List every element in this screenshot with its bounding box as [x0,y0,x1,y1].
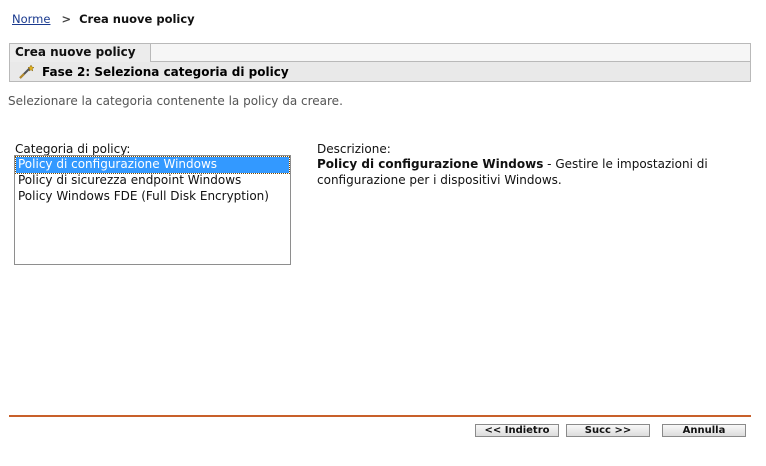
next-button[interactable]: Succ >> [566,424,650,437]
wizard-page: Norme > Crea nuove policy Crea nuove pol… [0,0,766,466]
instructions-text: Selezionare la categoria contenente la p… [8,94,343,108]
description-text: Policy di configurazione Windows - Gesti… [317,156,717,188]
footer-divider [9,415,751,417]
category-label: Categoria di policy: [15,142,131,156]
breadcrumb-separator: > [61,12,72,26]
wizard-step-title: Fase 2: Seleziona categoria di policy [10,62,750,81]
breadcrumb: Norme > Crea nuove policy [12,11,195,27]
breadcrumb-current: Crea nuove policy [79,12,195,26]
breadcrumb-link-norme[interactable]: Norme [12,12,50,26]
wizard-tab: Crea nuove policy [10,44,151,62]
cancel-button[interactable]: Annulla [662,424,746,437]
back-button[interactable]: << Indietro [475,424,559,437]
wand-icon [18,63,36,80]
wizard-header: Crea nuove policy Fase 2: Seleziona cate… [9,43,751,82]
category-option-windows-config[interactable]: Policy di configurazione Windows [15,156,290,174]
description-label: Descrizione: [317,142,391,156]
category-listbox[interactable]: Policy di configurazione Windows Policy … [14,155,291,265]
description-title: Policy di configurazione Windows [317,157,544,171]
category-option-windows-endpoint-security[interactable]: Policy di sicurezza endpoint Windows [16,173,289,189]
wizard-step-label: Fase 2: Seleziona categoria di policy [42,64,289,79]
category-option-windows-fde[interactable]: Policy Windows FDE (Full Disk Encryption… [16,189,289,205]
